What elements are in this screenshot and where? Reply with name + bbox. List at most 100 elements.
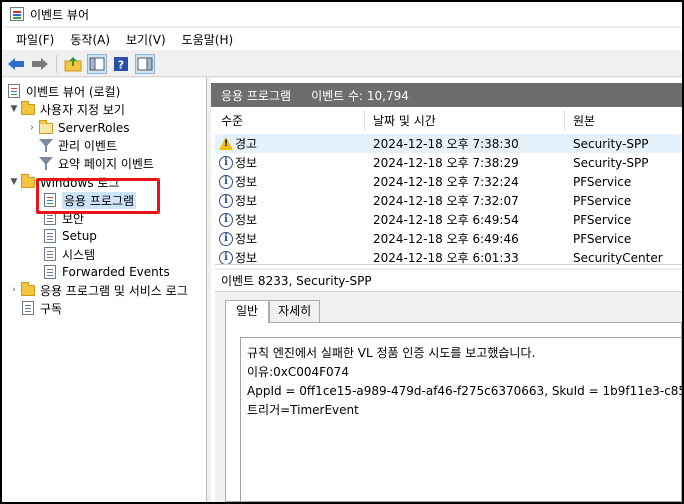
menu-action[interactable]: 동작(A)	[62, 31, 118, 48]
description-line: AppId = 0ff1ce15-a989-479d-af46-f275c637…	[247, 384, 682, 398]
toolbar: ?	[2, 51, 682, 77]
log-icon	[42, 247, 58, 261]
event-viewer-node-icon	[6, 84, 22, 98]
tree-item-label: 구독	[40, 301, 63, 316]
tree-item-label: 응용 프로그램 및 서비스 로그	[40, 283, 188, 298]
event-datetime: 2024-12-18 오후 6:49:46	[373, 232, 519, 246]
table-row[interactable]: i 정보 2024-12-18 오후 6:49:46 PFService	[215, 229, 682, 248]
info-icon: i	[219, 155, 233, 170]
toolbar-separator	[56, 54, 57, 73]
tree-item-label: Setup	[62, 229, 97, 243]
detail-tabs: 일반 자세히	[225, 300, 321, 323]
navigation-tree: 이벤트 뷰어 (로컬) ▼ 사용자 지정 보기 › ServerRoles 관리…	[2, 78, 207, 502]
table-row[interactable]: i 정보 2024-12-18 오후 7:32:24 PFService	[215, 172, 682, 191]
tree-item-label: 시스템	[62, 247, 96, 262]
tree-item-windows-logs[interactable]: ▼ Windows 로그	[8, 173, 119, 191]
back-arrow-icon[interactable]	[6, 54, 26, 74]
event-source: PFService	[573, 231, 632, 246]
show-hide-tree-icon[interactable]	[87, 53, 107, 74]
tree-item-server-roles[interactable]: › ServerRoles	[26, 119, 129, 137]
menu-file[interactable]: 파일(F)	[8, 31, 62, 48]
event-source: Security-SPP	[573, 155, 649, 170]
tree-item-root[interactable]: 이벤트 뷰어 (로컬)	[6, 82, 120, 100]
column-header-datetime[interactable]: 날짜 및 시간	[367, 110, 565, 132]
event-count: 이벤트 수: 10,794	[311, 88, 409, 103]
tree-item-app-services-logs[interactable]: › 응용 프로그램 및 서비스 로그	[8, 281, 188, 299]
event-description[interactable]: 규칙 엔진에서 실패한 VL 정품 인증 시도를 보고했습니다. 이유:0xC0…	[240, 337, 682, 502]
table-row[interactable]: i 정보 2024-12-18 오후 7:32:07 PFService	[215, 191, 682, 210]
event-level: 경고	[235, 137, 258, 151]
tree-item-label: 관리 이벤트	[58, 138, 118, 153]
menu-view[interactable]: 보기(V)	[118, 31, 174, 48]
tree-item-application[interactable]: 응용 프로그램	[42, 191, 137, 209]
description-line: 트리거=TimerEvent	[247, 403, 359, 417]
event-source: PFService	[573, 174, 632, 189]
folder-icon	[20, 173, 36, 189]
help-icon[interactable]: ?	[111, 54, 131, 74]
description-line: 이유:0xC004F074	[247, 365, 349, 379]
event-source: SecurityCenter	[573, 250, 663, 265]
chevron-right-icon[interactable]: ›	[26, 123, 38, 133]
forward-arrow-icon[interactable]	[30, 54, 50, 74]
warning-icon	[219, 137, 233, 150]
event-level: 정보	[235, 175, 258, 189]
event-source: PFService	[573, 193, 632, 208]
show-hide-action-pane-icon[interactable]	[135, 53, 155, 74]
title-bar: 이벤트 뷰어	[2, 2, 682, 26]
tree-item-setup[interactable]: Setup	[42, 227, 97, 245]
up-folder-icon[interactable]	[63, 54, 83, 74]
chevron-down-icon[interactable]: ▼	[8, 177, 20, 187]
info-icon: i	[219, 193, 233, 208]
menu-bar: 파일(F) 동작(A) 보기(V) 도움말(H)	[2, 28, 682, 50]
tree-item-admin-events[interactable]: 관리 이벤트	[38, 136, 117, 154]
event-list: 수준 날짜 및 시간 원본 경고 2024-12-18 오후 7:38:30 S…	[215, 110, 682, 265]
event-datetime: 2024-12-18 오후 6:49:54	[373, 213, 519, 227]
event-list-pane: 응용 프로그램 이벤트 수: 10,794 수준 날짜 및 시간 원본 경고 2…	[211, 78, 682, 502]
tree-item-system[interactable]: 시스템	[42, 245, 95, 263]
table-row[interactable]: i 정보 2024-12-18 오후 7:38:29 Security-SPP	[215, 153, 682, 172]
description-line: 규칙 엔진에서 실패한 VL 정품 인증 시도를 보고했습니다.	[247, 346, 536, 360]
subscription-icon	[20, 301, 36, 315]
tab-details[interactable]: 자세히	[269, 300, 321, 322]
tree-item-label: ServerRoles	[58, 121, 130, 135]
event-level: 정보	[235, 213, 258, 227]
tree-item-label: 보안	[62, 211, 85, 226]
column-header-level[interactable]: 수준	[215, 110, 365, 132]
folder-icon	[20, 281, 36, 297]
svg-text:?: ?	[118, 58, 124, 71]
tree-item-subscriptions[interactable]: 구독	[8, 299, 62, 317]
event-detail-title: 이벤트 8233, Security-SPP	[215, 270, 682, 292]
event-level: 정보	[235, 194, 258, 208]
tree-item-security[interactable]: 보안	[42, 209, 84, 227]
tree-item-forwarded-events[interactable]: Forwarded Events	[42, 263, 170, 281]
chevron-down-icon[interactable]: ▼	[8, 104, 20, 114]
tab-panel-general: 규칙 엔진에서 실패한 VL 정품 인증 시도를 보고했습니다. 이유:0xC0…	[225, 322, 682, 502]
folder-icon	[38, 119, 54, 135]
pane-title: 응용 프로그램	[221, 88, 292, 103]
tab-general[interactable]: 일반	[225, 300, 270, 323]
filter-icon	[38, 156, 54, 170]
event-datetime: 2024-12-18 오후 7:32:07	[373, 194, 519, 208]
event-source: Security-SPP	[573, 136, 649, 151]
log-icon	[42, 211, 58, 225]
table-row[interactable]: i 정보 2024-12-18 오후 6:49:54 PFService	[215, 210, 682, 229]
column-header-source[interactable]: 원본	[567, 110, 682, 132]
tree-item-label: 이벤트 뷰어 (로컬)	[26, 84, 121, 99]
event-datetime: 2024-12-18 오후 7:38:29	[373, 156, 519, 170]
table-row[interactable]: 경고 2024-12-18 오후 7:38:30 Security-SPP	[215, 134, 682, 153]
event-detail-pane: 이벤트 8233, Security-SPP 일반 자세히 규칙 엔진에서 실패…	[215, 268, 682, 502]
event-datetime: 2024-12-18 오후 7:38:30	[373, 137, 519, 151]
log-icon	[42, 193, 58, 207]
chevron-right-icon[interactable]: ›	[8, 285, 20, 295]
event-datetime: 2024-12-18 오후 7:32:24	[373, 175, 519, 189]
menu-help[interactable]: 도움말(H)	[174, 31, 242, 48]
tree-item-label: 사용자 지정 보기	[40, 102, 125, 117]
folder-icon	[20, 100, 36, 116]
pane-header: 응용 프로그램 이벤트 수: 10,794	[211, 83, 682, 107]
tree-item-label: Forwarded Events	[62, 265, 170, 279]
filter-icon	[38, 138, 54, 152]
table-row[interactable]: i 정보 2024-12-18 오후 6:01:33 SecurityCenter	[215, 248, 682, 265]
tree-item-custom-views[interactable]: ▼ 사용자 지정 보기	[8, 100, 125, 118]
tree-item-summary-events[interactable]: 요약 페이지 이벤트	[38, 154, 154, 172]
info-icon: i	[219, 250, 233, 264]
